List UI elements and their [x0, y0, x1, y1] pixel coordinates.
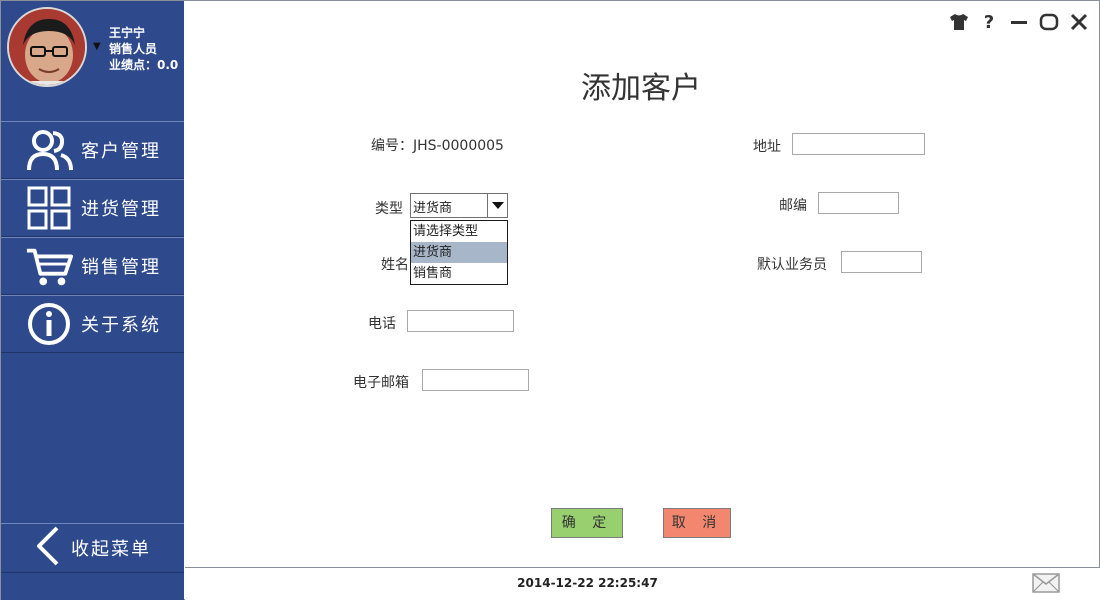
phone-input[interactable] [407, 310, 514, 332]
avatar[interactable] [7, 7, 87, 87]
sidebar-item-sales[interactable]: 销售管理 [1, 237, 184, 295]
sidebar-item-label: 客户管理 [81, 141, 161, 162]
address-label: 地址 [753, 139, 781, 155]
chevron-left-icon [35, 526, 61, 570]
info-icon [25, 302, 73, 346]
dropdown-option[interactable]: 请选择类型 [411, 221, 507, 242]
user-role: 销售人员 [109, 42, 158, 56]
type-dropdown-list: 请选择类型 进货商 销售商 [410, 220, 508, 285]
minimize-icon[interactable] [1009, 11, 1029, 33]
cancel-button[interactable]: 取 消 [663, 508, 731, 538]
salesman-input[interactable] [841, 251, 922, 273]
status-bar: 2014-12-22 22:25:47 [185, 567, 1100, 600]
sidebar-item-about[interactable]: 关于系统 [1, 295, 184, 353]
confirm-button[interactable]: 确 定 [551, 508, 623, 538]
sidebar: ▼ 王宁宁 销售人员 业绩点：0.0 客户管理 进货管理 销售管理 关于系统 收… [1, 1, 184, 600]
dropdown-option-selected[interactable]: 进货商 [411, 242, 507, 263]
email-input[interactable] [422, 369, 529, 391]
users-icon [25, 128, 73, 172]
window-controls: ? [949, 11, 1089, 33]
customer-id-label: 编号：JHS-0000005 [371, 138, 504, 154]
chevron-down-icon[interactable] [487, 194, 507, 217]
user-info: 王宁宁 销售人员 业绩点：0.0 [109, 25, 178, 73]
type-select[interactable]: 进货商 [410, 193, 508, 218]
profile-dropdown-icon[interactable]: ▼ [93, 41, 101, 52]
sidebar-nav: 客户管理 进货管理 销售管理 关于系统 [1, 121, 184, 353]
type-label: 类型 [375, 201, 403, 217]
user-name: 王宁宁 [109, 26, 146, 40]
type-select-value: 进货商 [413, 201, 453, 216]
salesman-label: 默认业务员 [757, 257, 827, 273]
close-icon[interactable] [1069, 11, 1089, 33]
cart-icon [25, 244, 73, 288]
email-label: 电子邮箱 [353, 375, 409, 391]
sidebar-item-label: 关于系统 [81, 315, 161, 336]
address-input[interactable] [792, 133, 925, 155]
user-profile: ▼ 王宁宁 销售人员 业绩点：0.0 [1, 1, 184, 121]
sidebar-item-purchase[interactable]: 进货管理 [1, 179, 184, 237]
name-label: 姓名 [381, 257, 409, 273]
postcode-label: 邮编 [779, 198, 807, 214]
dropdown-option[interactable]: 销售商 [411, 263, 507, 284]
datetime-display: 2014-12-22 22:25:47 [517, 576, 658, 590]
grid-icon [25, 186, 73, 230]
phone-label: 电话 [368, 316, 396, 332]
postcode-input[interactable] [818, 192, 899, 214]
collapse-menu-label: 收起菜单 [71, 539, 151, 560]
shirt-icon[interactable] [949, 11, 969, 33]
sidebar-item-customers[interactable]: 客户管理 [1, 121, 184, 179]
sidebar-item-label: 进货管理 [81, 199, 161, 220]
app-window: ▼ 王宁宁 销售人员 业绩点：0.0 客户管理 进货管理 销售管理 关于系统 收… [0, 0, 1100, 600]
user-score: 业绩点：0.0 [109, 58, 179, 72]
mail-icon[interactable] [1032, 573, 1060, 593]
sidebar-item-label: 销售管理 [81, 257, 161, 278]
help-icon[interactable]: ? [979, 11, 999, 33]
page-title: 添加客户 [581, 71, 701, 106]
restore-icon[interactable] [1039, 11, 1059, 33]
collapse-menu-button[interactable]: 收起菜单 [1, 523, 184, 573]
